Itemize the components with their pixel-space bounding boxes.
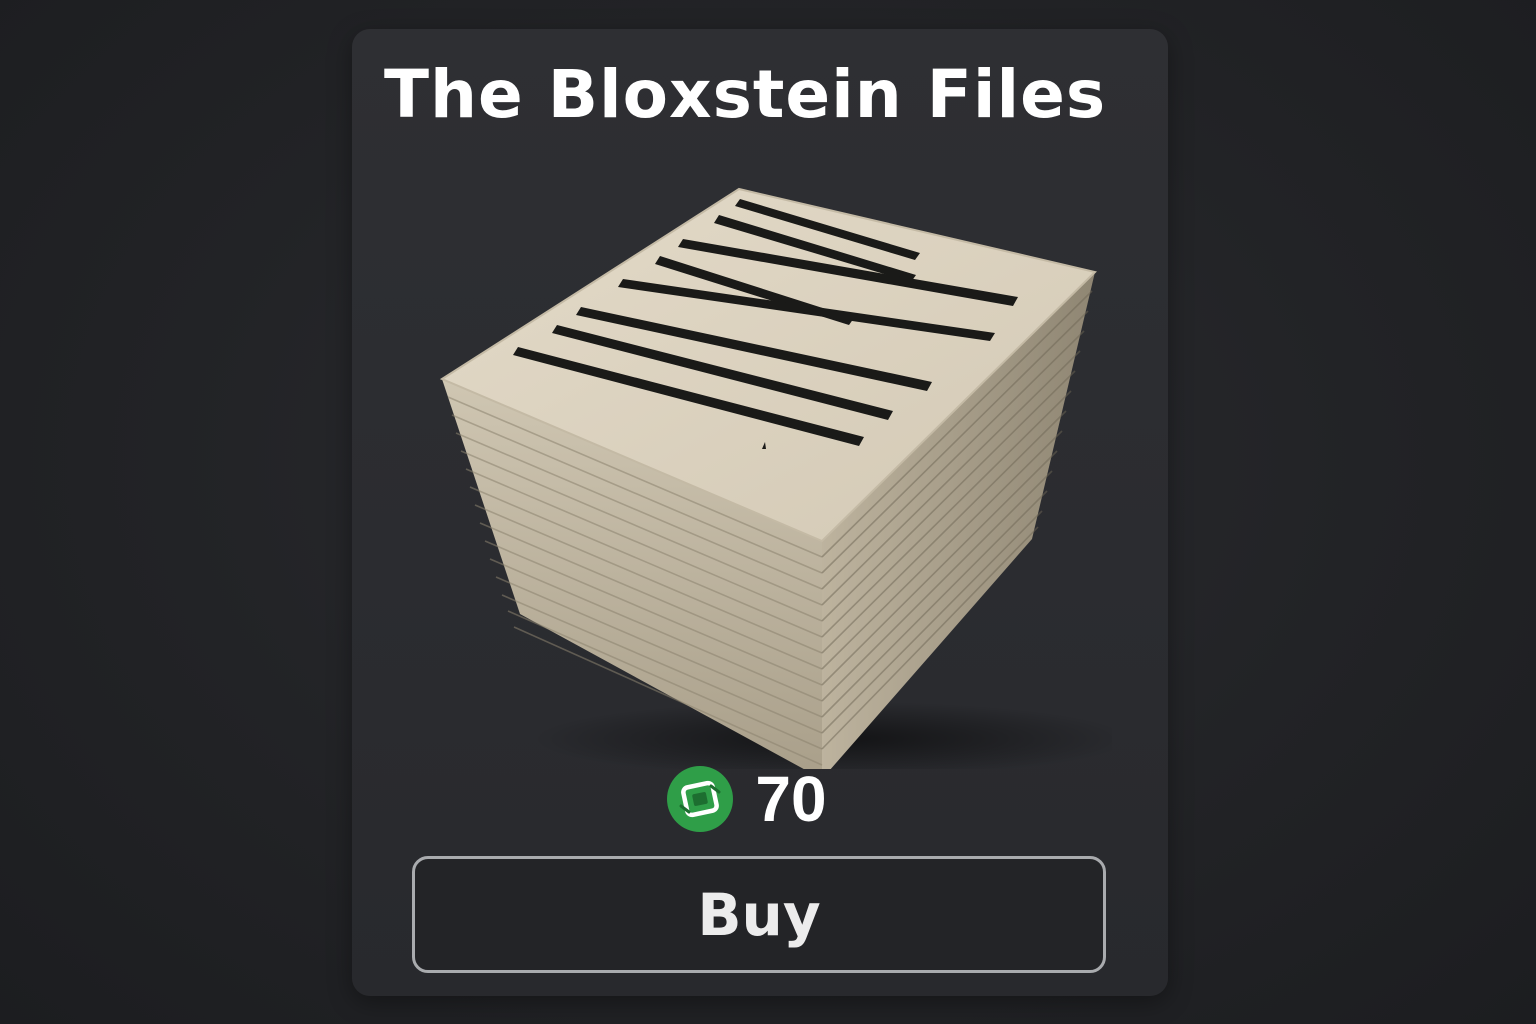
robux-icon (667, 766, 734, 832)
item-card: The Bloxstein Files 70 Buy (352, 29, 1168, 996)
buy-button[interactable]: Buy (412, 856, 1106, 973)
paper-stack-redacted-icon (439, 187, 1112, 769)
price-value: 70 (755, 763, 827, 835)
item-title: The Bloxstein Files (384, 56, 1107, 133)
page-background: The Bloxstein Files 70 Buy (0, 0, 1536, 1024)
price-row: 70 (352, 764, 1168, 834)
